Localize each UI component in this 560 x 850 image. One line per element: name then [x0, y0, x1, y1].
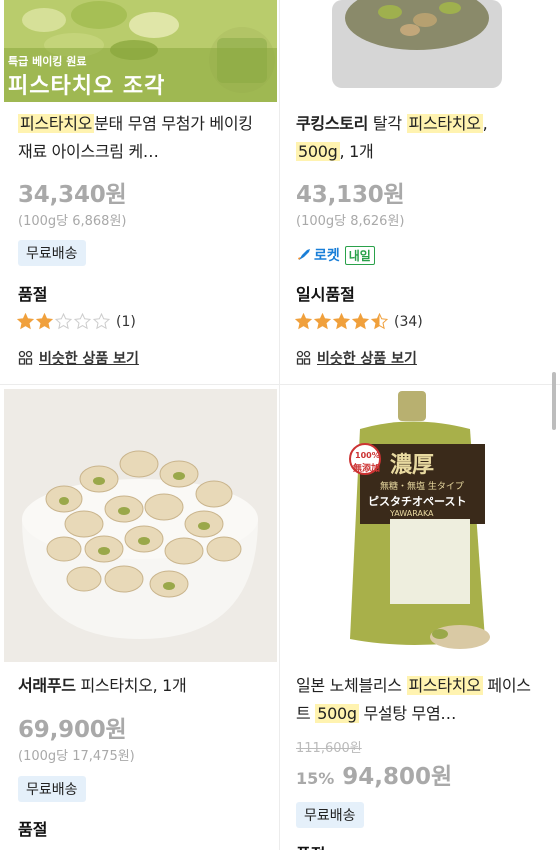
- title-text: , 1개: [339, 142, 374, 161]
- discount-rate: 15%: [296, 769, 335, 788]
- grid-icon: [296, 350, 311, 365]
- star-icon: [333, 313, 350, 330]
- title-text: ,: [482, 114, 488, 133]
- keyword-highlight: 피스타치오: [406, 114, 483, 133]
- sale-price: 34,340원: [18, 182, 127, 208]
- product-card-3[interactable]: 서래푸드 피스타치오, 1개 69,900원 (100g당 17,475원) 무…: [0, 385, 279, 850]
- discount-price-row: 15% 94,800원: [296, 757, 452, 791]
- brand-name: 쿠킹스토리: [296, 114, 369, 133]
- star-icon: [295, 313, 312, 330]
- unit-price: (100g당 6,868원): [18, 214, 127, 229]
- product-title[interactable]: 쿠킹스토리 탈각 피스타치오, 500g, 1개: [296, 110, 541, 166]
- star-icon: [74, 313, 91, 330]
- brand-name: 서래푸드: [18, 676, 76, 695]
- similar-products-link[interactable]: 비슷한 상품 보기: [296, 348, 417, 368]
- title-text: 일본 노체블리스: [296, 676, 407, 695]
- package-sub: 無糖・無塩 生タイプ: [380, 482, 464, 492]
- star-icon: [36, 313, 53, 330]
- product-title[interactable]: 서래푸드 피스타치오, 1개: [18, 672, 263, 700]
- pistachio-pouch-image: [332, 0, 502, 88]
- rating-stars: (1): [17, 313, 136, 330]
- product-card-1[interactable]: 특급 베이킹 원료 피스타치오 조각 피스타치오 분태 무염 무첨가 베이킹 재료…: [0, 0, 279, 384]
- review-count: (1): [116, 313, 136, 330]
- scrollbar[interactable]: [552, 372, 556, 430]
- rocket-label: 로켓: [314, 248, 340, 264]
- star-icon: [55, 313, 72, 330]
- stock-status: 품절: [296, 841, 325, 850]
- stock-status: 품절: [18, 285, 48, 304]
- unit-price: (100g당 17,475원): [18, 749, 135, 764]
- star-icon: [17, 313, 34, 330]
- product-title[interactable]: 일본 노체블리스 피스타치오 페이스트 500g 무설탕 무염…: [296, 672, 541, 728]
- star-icon: [314, 313, 331, 330]
- product-image[interactable]: [290, 0, 550, 102]
- free-shipping-badge: 무료배송: [296, 802, 364, 828]
- rocket-icon: [298, 249, 310, 260]
- star-icon: [352, 313, 369, 330]
- stock-status: 품절: [18, 820, 48, 839]
- keyword-highlight: 피스타치오: [406, 676, 483, 695]
- sale-price: 43,130원: [296, 182, 405, 208]
- package-badge-bottom: 無添加: [353, 464, 381, 474]
- title-text: 피스타치오, 1개: [75, 676, 187, 695]
- product-title[interactable]: 피스타치오 분태 무염 무첨가 베이킹 재료 아이스크림 케…: [18, 110, 263, 166]
- similar-link-label: 비슷한 상품 보기: [39, 351, 139, 367]
- sale-price: 94,800원: [342, 764, 453, 790]
- rating-stars: (34): [295, 313, 423, 330]
- title-text: 탈각: [368, 114, 407, 133]
- package-brand: YAWARAKA: [390, 509, 434, 518]
- package-name: ピスタチオペースト: [368, 495, 467, 508]
- product-image[interactable]: 100% 無添加 濃厚 無糖・無塩 生タイプ ピスタチオペースト YAWARAK…: [290, 389, 552, 662]
- product-image[interactable]: 특급 베이킹 원료 피스타치오 조각: [4, 0, 277, 102]
- pistachio-paste-pouch-image: [349, 391, 490, 649]
- review-count: (34): [394, 313, 423, 330]
- star-icon: [371, 313, 388, 330]
- package-badge-top: 100%: [355, 451, 380, 460]
- unit-price: (100g당 8,626원): [296, 214, 405, 229]
- banner-large-text: 피스타치오 조각: [8, 74, 166, 99]
- title-text: 무설탕 무염…: [358, 704, 457, 723]
- product-card-4[interactable]: 100% 無添加 濃厚 無糖・無塩 生タイプ ピスタチオペースト YAWARAK…: [280, 385, 559, 850]
- pistachio-bowl-image: [4, 389, 277, 662]
- free-shipping-badge: 무료배송: [18, 776, 86, 802]
- product-card-2[interactable]: 쿠킹스토리 탈각 피스타치오, 500g, 1개 43,130원 (100g당 8…: [280, 0, 559, 384]
- product-image[interactable]: [4, 389, 277, 662]
- keyword-highlight: 500g: [296, 142, 340, 161]
- keyword-highlight: 피스타치오: [18, 114, 95, 133]
- original-price: 111,600원: [296, 741, 362, 756]
- similar-link-label: 비슷한 상품 보기: [317, 351, 417, 367]
- rocket-delivery-badge: 로켓 내일: [296, 245, 375, 265]
- free-shipping-badge: 무료배송: [18, 240, 86, 266]
- grid-icon: [18, 350, 33, 365]
- product-grid: 특급 베이킹 원료 피스타치오 조각 피스타치오 분태 무염 무첨가 베이킹 재료…: [0, 0, 560, 850]
- keyword-highlight: 500g: [315, 704, 359, 723]
- sale-price: 69,900원: [18, 717, 127, 743]
- similar-products-link[interactable]: 비슷한 상품 보기: [18, 348, 139, 368]
- package-header: 濃厚: [390, 453, 435, 478]
- stock-status: 일시품절: [296, 285, 355, 304]
- delivery-day-badge: 내일: [344, 245, 375, 265]
- star-icon: [93, 313, 110, 330]
- banner-small-text: 특급 베이킹 원료: [8, 55, 87, 68]
